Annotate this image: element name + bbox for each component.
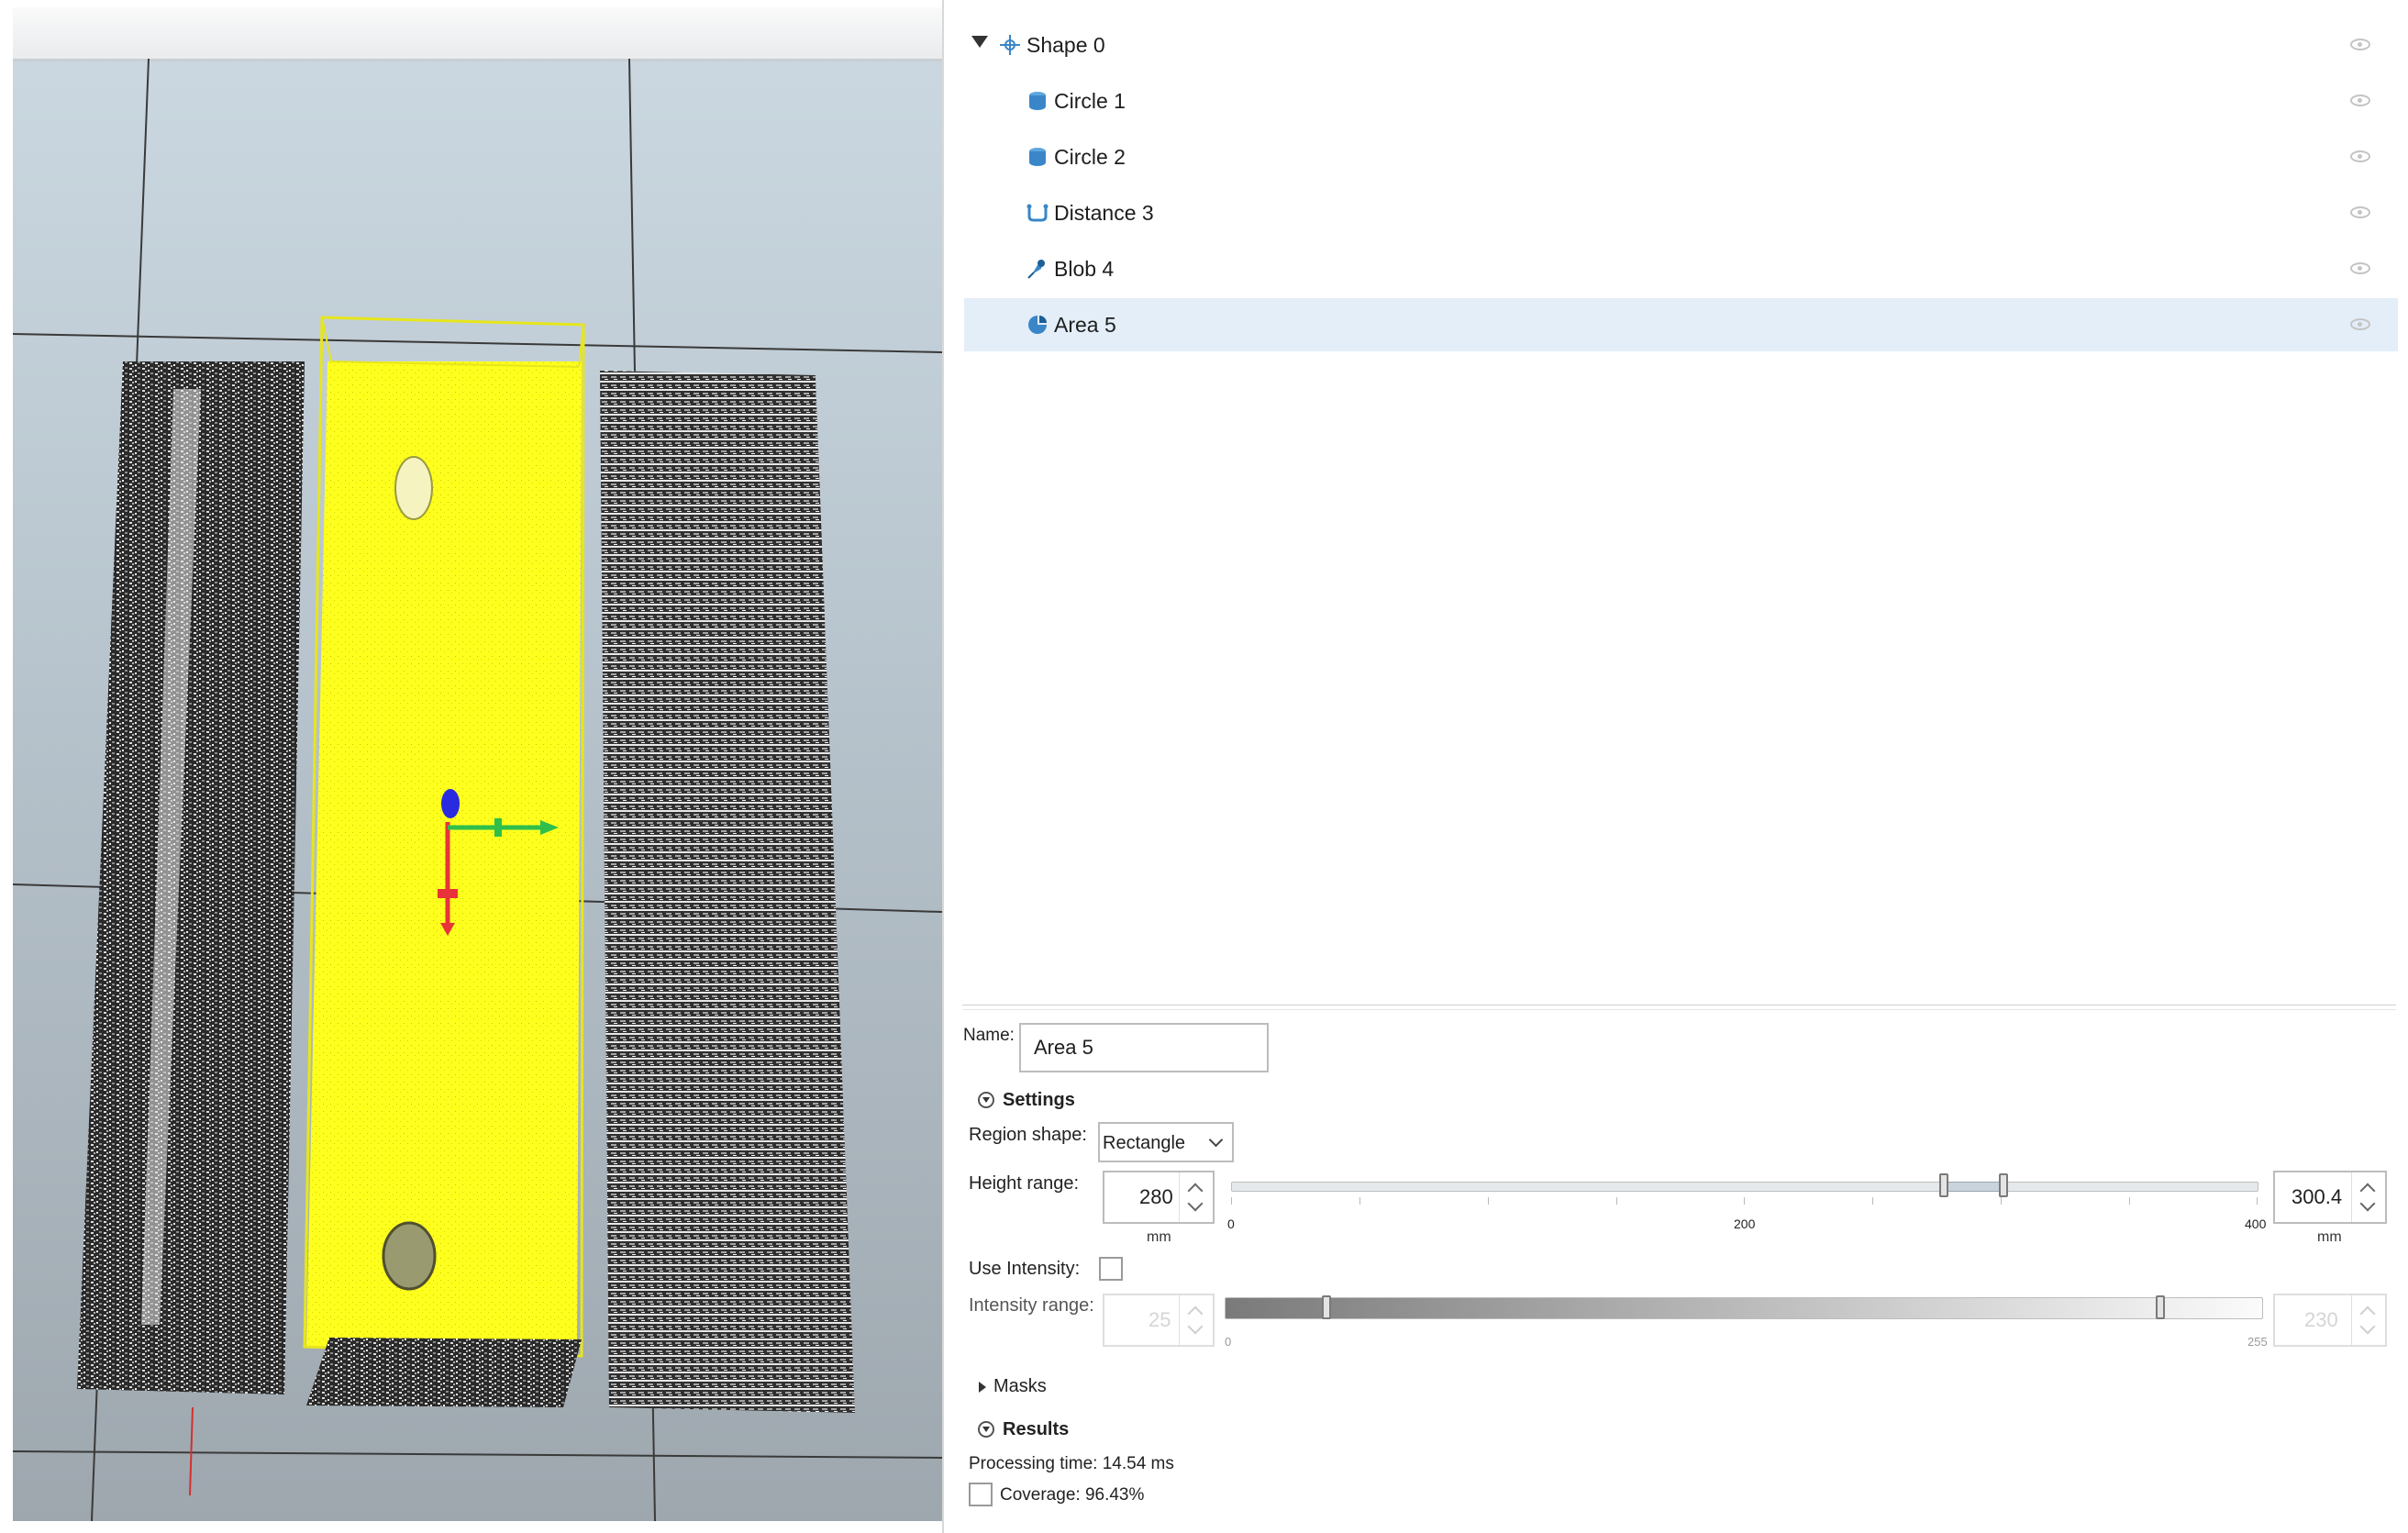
tree-item-blob-4[interactable]: Blob 4 [964,242,2398,295]
height-scale-max: 400 [2245,1216,2267,1231]
use-intensity-checkbox[interactable] [1099,1257,1123,1281]
height-scale-min: 0 [1227,1216,1235,1231]
results-header[interactable]: Results [1003,1419,1069,1440]
height-min-value: 280 [1139,1185,1173,1208]
name-input-value: Area 5 [1034,1036,1093,1059]
tree-item-area-5[interactable]: Area 5 [964,298,2398,351]
intensity-max-stepper[interactable]: 230 [2273,1294,2387,1347]
3d-viewport[interactable] [13,7,942,1521]
tree-item-shape-0[interactable]: Shape 0 [964,18,2398,72]
coverage-checkbox[interactable] [969,1483,993,1506]
tree-item-label: Shape 0 [1026,33,1105,57]
height-min-unit: mm [1147,1229,1171,1245]
chevron-down-icon [1208,1132,1224,1148]
intensity-min-stepper[interactable]: 25 [1103,1294,1215,1347]
height-range-label: Height range: [969,1173,1080,1194]
viewport-toolbar [13,7,942,61]
tree-item-label: Circle 2 [1054,145,1126,169]
intensity-min-value: 25 [1149,1308,1171,1331]
tree-item-label: Distance 3 [1054,201,1154,225]
hole-top [394,456,433,520]
intensity-min-spin-buttons[interactable] [1179,1295,1213,1345]
height-tick [1488,1197,1489,1205]
tree-item-label: Circle 1 [1054,89,1126,113]
intensity-max-spin-buttons[interactable] [2351,1295,2385,1345]
tree-item-label: Blob 4 [1054,257,1115,281]
masks-expand-icon[interactable] [979,1382,986,1393]
processing-time-text: Processing time: 14.54 ms [969,1454,1174,1473]
properties-panel: Shape 0 Circle 1 Circle 2 Distance 3 Blo… [942,0,2408,1533]
intensity-scale-min: 0 [1225,1335,1232,1349]
visibility-eye-icon[interactable] [2350,94,2370,106]
name-label: Name: [963,1026,1015,1045]
distance-tool-icon [1026,204,1049,222]
height-tick [2129,1197,2130,1205]
height-min-spin-buttons[interactable] [1179,1172,1213,1222]
use-intensity-label: Use Intensity: [969,1259,1081,1279]
intensity-gradient-track[interactable] [1225,1297,2263,1319]
height-min-thumb[interactable] [1939,1173,1948,1197]
visibility-eye-icon[interactable] [2350,150,2370,162]
results-collapse-icon[interactable] [978,1421,994,1438]
height-slider-selected-range [1944,1182,2006,1192]
tree-item-label: Area 5 [1054,313,1116,337]
height-tick [1744,1197,1745,1205]
shape-icon [1000,35,1020,55]
hole-bottom [382,1221,437,1291]
area-tool-icon [1028,316,1047,334]
intensity-scale-max: 255 [2247,1335,2268,1349]
visibility-eye-icon[interactable] [2350,206,2370,218]
height-max-spin-buttons[interactable] [2351,1172,2385,1222]
height-tick [1616,1197,1617,1205]
tree-item-distance-3[interactable]: Distance 3 [964,186,2398,239]
height-tick [1872,1197,1873,1205]
region-shape-label: Region shape: [969,1125,1087,1145]
height-tick [1359,1197,1360,1205]
height-max-thumb[interactable] [1999,1173,2008,1197]
intensity-max-thumb[interactable] [2156,1295,2165,1319]
tree-item-circle-2[interactable]: Circle 2 [964,130,2398,183]
height-scale-mid: 200 [1734,1216,1756,1231]
region-shape-dropdown[interactable]: Rectangle [1098,1122,1234,1162]
area-region-highlight [306,361,582,1350]
visibility-eye-icon[interactable] [2350,318,2370,330]
visibility-eye-icon[interactable] [2350,262,2370,274]
circle-tool-icon [1029,148,1046,166]
intensity-max-value: 230 [2304,1308,2338,1331]
blob-tool-icon [1027,260,1045,279]
height-max-value: 300.4 [2291,1185,2343,1208]
circle-tool-icon [1029,92,1046,110]
coverage-text: Coverage: 96.43% [1000,1485,1145,1505]
height-tick [2257,1197,2258,1205]
settings-collapse-icon[interactable] [978,1092,994,1108]
name-input[interactable]: Area 5 [1019,1023,1269,1072]
intensity-min-thumb[interactable] [1322,1295,1331,1319]
height-max-stepper[interactable]: 300.4 [2273,1171,2387,1224]
right-point-cloud-strip [600,371,855,1413]
intensity-range-label: Intensity range: [969,1295,1094,1316]
tree-item-circle-1[interactable]: Circle 1 [964,74,2398,128]
visibility-eye-icon[interactable] [2350,39,2370,50]
masks-header[interactable]: Masks [993,1376,1047,1397]
height-slider-track[interactable] [1231,1182,2258,1192]
expand-arrow-icon[interactable] [971,36,988,48]
height-max-unit: mm [2317,1229,2342,1245]
scene-canvas[interactable] [13,59,942,1521]
panel-divider[interactable] [962,1005,2396,1010]
settings-header[interactable]: Settings [1003,1090,1075,1111]
region-shape-value: Rectangle [1103,1133,1186,1153]
height-tick [1231,1197,1232,1205]
height-tick [2001,1197,2002,1205]
height-min-stepper[interactable]: 280 [1103,1171,1215,1224]
